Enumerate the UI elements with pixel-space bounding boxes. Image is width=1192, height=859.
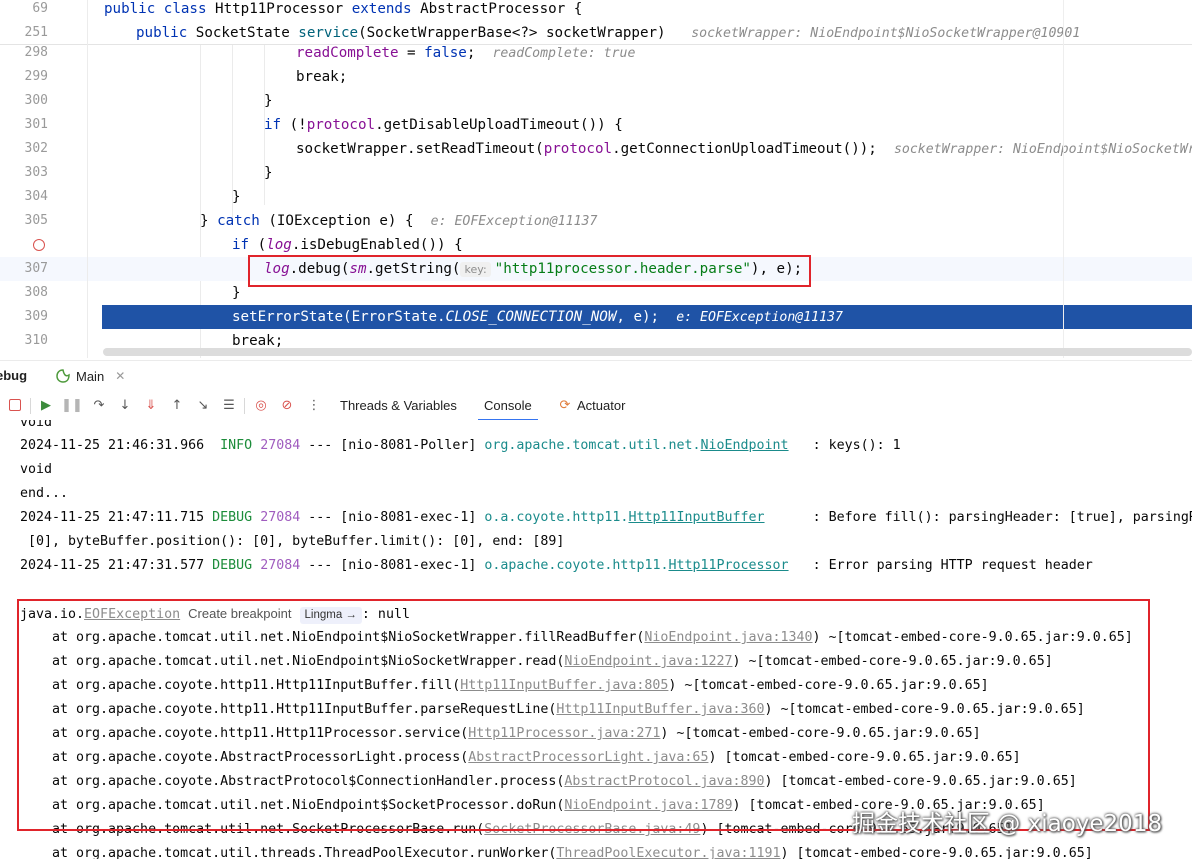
console-line: void [20, 462, 53, 477]
code-line[interactable]: 305 } catch (IOException e) { e: EOFExce… [0, 209, 1192, 233]
highlight-box-stacktrace [17, 599, 1150, 831]
sticky-line-class[interactable]: 69 public class Http11Processor extends … [0, 0, 1192, 21]
watermark: 掘金技术社区 @ xiaoye2018 [852, 811, 1163, 837]
inline-debug-hint: socketWrapper: NioEndpoint$NioSocketWrap… [893, 142, 1192, 157]
code-editor[interactable]: 69 public class Http11Processor extends … [0, 0, 1192, 358]
console-log-line: 2024-11-25 21:47:31.577 DEBUG 27084 --- … [20, 558, 1093, 573]
code-line[interactable]: 298 readComplete = false; readComplete: … [0, 41, 1192, 65]
run-to-cursor-icon[interactable]: ↘ [194, 396, 212, 414]
console-line: [0], byteBuffer.position(): [0], byteBuf… [20, 534, 565, 549]
code-line[interactable]: 304 } [0, 185, 1192, 209]
step-over-icon[interactable]: ↷ [90, 396, 108, 414]
code-line[interactable]: 308 } [0, 281, 1192, 305]
code-line[interactable]: 299 break; [0, 65, 1192, 89]
inline-debug-hint: readComplete: true [492, 46, 636, 61]
tab-threads-variables[interactable]: Threads & Variables [340, 398, 457, 413]
step-out-icon[interactable]: ↑ [168, 396, 186, 414]
more-icon[interactable]: ⋮ [305, 396, 323, 414]
gutter-divider [87, 0, 88, 358]
code-text: public class Http11Processor extends Abs… [104, 1, 583, 17]
stack-frame: at org.apache.tomcat.util.threads.Thread… [52, 846, 1093, 859]
line-number: 305 [24, 213, 48, 228]
breakpoint-icon[interactable] [33, 239, 45, 251]
source-link[interactable]: ThreadPoolExecutor.java:1191 [556, 846, 780, 859]
logger-link[interactable]: Http11InputBuffer [628, 510, 764, 525]
inline-debug-hint: e: EOFException@11137 [676, 310, 843, 325]
line-number: 298 [24, 45, 48, 60]
code-line[interactable]: 301 if (!protocol.getDisableUploadTimeou… [0, 113, 1192, 137]
mute-breakpoints-icon[interactable]: ⊘ [278, 396, 296, 414]
line-number: 300 [24, 93, 48, 108]
step-into-icon[interactable]: ↓ [116, 396, 134, 414]
stop-icon[interactable] [6, 396, 24, 414]
line-number: 310 [24, 333, 48, 348]
line-number: 304 [24, 189, 48, 204]
resume-icon[interactable]: ▶ [37, 396, 55, 414]
close-icon[interactable]: ✕ [115, 369, 125, 383]
console-log-line: 2024-11-25 21:46:31.966 INFO 27084 --- [… [20, 438, 901, 453]
line-number: 307 [24, 261, 48, 276]
right-margin-guide [1063, 0, 1064, 358]
console-line: end... [20, 486, 69, 501]
line-number: 302 [24, 141, 48, 156]
code-line[interactable]: 303 } [0, 161, 1192, 185]
inline-debug-hint: e: EOFException@11137 [430, 214, 598, 229]
session-tab-main[interactable]: Main ✕ [55, 366, 125, 386]
evaluate-icon[interactable]: ☰ [220, 396, 238, 414]
logger-link[interactable]: NioEndpoint [701, 438, 789, 453]
console-line: void [20, 420, 53, 430]
line-number: 308 [24, 285, 48, 300]
tab-console[interactable]: Console [478, 398, 538, 421]
execution-point-line[interactable]: 309 setErrorState(ErrorState.CLOSE_CONNE… [0, 305, 1192, 329]
code-line[interactable]: if (log.isDebugEnabled()) { [0, 233, 1192, 257]
code-line[interactable]: 302 socketWrapper.setReadTimeout(protoco… [0, 137, 1192, 161]
actuator-icon: ⟳ [559, 397, 571, 413]
view-breakpoints-icon[interactable]: ◎ [252, 396, 270, 414]
spring-boot-icon [56, 369, 70, 383]
logger-link[interactable]: Http11Processor [668, 558, 788, 573]
inline-debug-hint: socketWrapper: NioEndpoint$NioSocketWrap… [691, 26, 1081, 41]
debug-toolwindow-header: ebug Main ✕ [0, 360, 1192, 391]
line-number: 301 [24, 117, 48, 132]
console-log-line: 2024-11-25 21:47:11.715 DEBUG 27084 --- … [20, 510, 1192, 525]
force-step-into-icon[interactable]: ⇓ [142, 396, 160, 414]
session-tab-label: Main [76, 368, 105, 384]
line-number: 303 [24, 165, 48, 180]
line-number: 299 [24, 69, 48, 84]
pause-icon[interactable]: ❚❚ [61, 396, 83, 414]
debug-toolbar: ▶ ❚❚ ↷ ↓ ⇓ ↑ ↘ ☰ ◎ ⊘ ⋮ Threads & Variabl… [0, 392, 1192, 421]
tab-actuator[interactable]: Actuator [577, 398, 625, 413]
code-line[interactable]: 300 } [0, 89, 1192, 113]
line-number: 69 [32, 1, 48, 16]
line-number: 309 [24, 309, 48, 324]
horizontal-scrollbar[interactable] [103, 348, 1192, 356]
toolwindow-title: ebug [0, 368, 28, 383]
